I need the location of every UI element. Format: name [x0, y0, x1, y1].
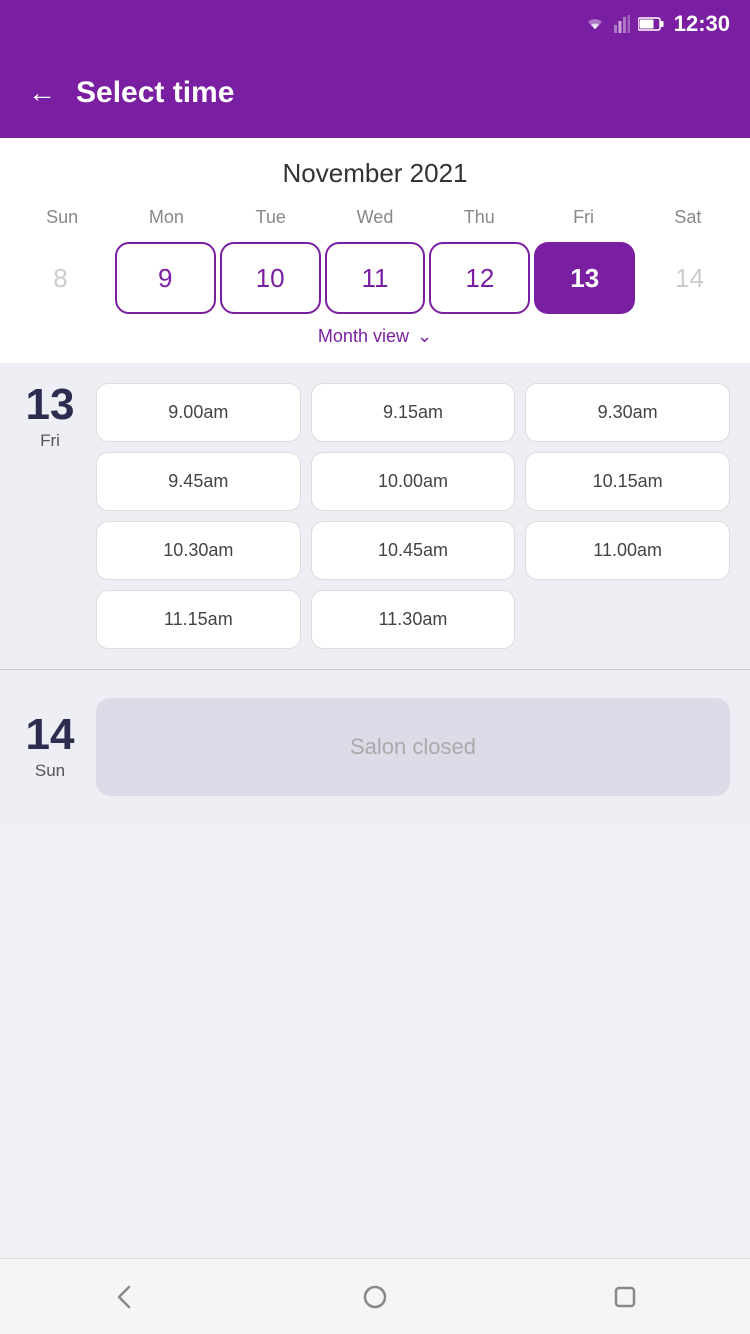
nav-home-button[interactable] [353, 1275, 397, 1319]
weekdays-row: Sun Mon Tue Wed Thu Fri Sat [10, 203, 740, 232]
day-14[interactable]: 14 [639, 242, 740, 314]
weekday-wed: Wed [323, 203, 427, 232]
time-slot-1000[interactable]: 10.00am [311, 452, 516, 511]
day-13-label: 13 Fri [20, 383, 80, 451]
day-14-number: 14 [20, 713, 80, 757]
nav-recents-button[interactable] [603, 1275, 647, 1319]
month-year-label: November 2021 [10, 158, 740, 189]
bottom-navigation [0, 1258, 750, 1334]
day-13-section: 13 Fri 9.00am 9.15am 9.30am 9.45am 10.00… [0, 363, 750, 669]
day-14-section: 14 Sun Salon closed [0, 670, 750, 824]
app-header: ← Select time [0, 48, 750, 138]
day-13-name: Fri [20, 431, 80, 451]
weekday-mon: Mon [114, 203, 218, 232]
day-12[interactable]: 12 [429, 242, 530, 314]
time-slot-1130[interactable]: 11.30am [311, 590, 516, 649]
calendar-section: November 2021 Sun Mon Tue Wed Thu Fri Sa… [0, 138, 750, 363]
weekday-thu: Thu [427, 203, 531, 232]
month-view-label: Month view [318, 326, 409, 347]
time-slot-945[interactable]: 9.45am [96, 452, 301, 511]
days-row: 8 9 10 11 12 13 14 [10, 242, 740, 314]
time-slot-930[interactable]: 9.30am [525, 383, 730, 442]
time-slot-1115[interactable]: 11.15am [96, 590, 301, 649]
time-slot-1015[interactable]: 10.15am [525, 452, 730, 511]
day-13[interactable]: 13 [534, 242, 635, 314]
day-13-number: 13 [20, 383, 80, 427]
signal-icon [614, 15, 630, 33]
back-button[interactable]: ← [28, 77, 56, 109]
day-13-row: 13 Fri 9.00am 9.15am 9.30am 9.45am 10.00… [20, 383, 730, 649]
time-slots-grid-13: 9.00am 9.15am 9.30am 9.45am 10.00am 10.1… [96, 383, 730, 649]
battery-icon [638, 17, 664, 31]
time-slot-1100[interactable]: 11.00am [525, 521, 730, 580]
time-slot-1045[interactable]: 10.45am [311, 521, 516, 580]
weekday-sat: Sat [636, 203, 740, 232]
nav-back-button[interactable] [103, 1275, 147, 1319]
recents-nav-icon [611, 1283, 639, 1311]
wifi-icon [584, 16, 606, 32]
status-bar: 12:30 [0, 0, 750, 48]
month-view-toggle[interactable]: Month view ⌄ [10, 314, 740, 353]
time-slot-915[interactable]: 9.15am [311, 383, 516, 442]
back-nav-icon [111, 1283, 139, 1311]
chevron-down-icon: ⌄ [417, 326, 432, 347]
day-8[interactable]: 8 [10, 242, 111, 314]
salon-closed-label: Salon closed [350, 734, 476, 759]
day-14-name: Sun [20, 761, 80, 781]
weekday-tue: Tue [219, 203, 323, 232]
day-10[interactable]: 10 [220, 242, 321, 314]
weekday-sun: Sun [10, 203, 114, 232]
day-9[interactable]: 9 [115, 242, 216, 314]
salon-closed-box: Salon closed [96, 698, 730, 796]
home-nav-icon [361, 1283, 389, 1311]
time-slot-900[interactable]: 9.00am [96, 383, 301, 442]
day-14-label: 14 Sun [20, 713, 80, 781]
weekday-fri: Fri [531, 203, 635, 232]
day-14-row: 14 Sun Salon closed [20, 698, 730, 796]
status-icons [584, 15, 664, 33]
day-11[interactable]: 11 [325, 242, 426, 314]
page-title: Select time [76, 76, 234, 110]
time-slot-1030[interactable]: 10.30am [96, 521, 301, 580]
status-time: 12:30 [674, 11, 730, 37]
